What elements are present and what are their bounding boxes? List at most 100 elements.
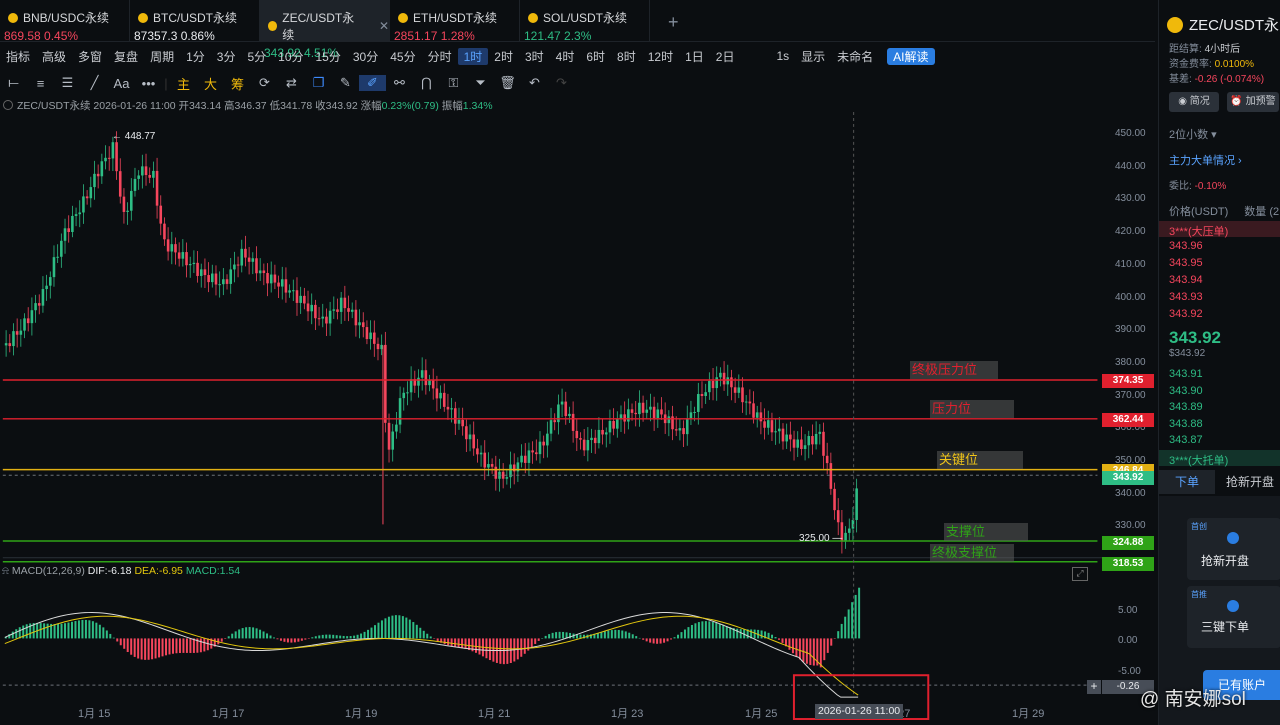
toolbar-item[interactable]: 复盘 <box>108 48 144 65</box>
trend-line-icon[interactable]: ╱ <box>81 75 108 91</box>
lock-icon[interactable]: ⚿ <box>440 75 467 91</box>
macd-bar <box>415 624 418 639</box>
parallel-lines-icon[interactable]: ≡ <box>27 76 54 91</box>
tab-bnb[interactable]: BNB/USDC永续 869.58 0.45% <box>0 0 130 43</box>
bid-row[interactable]: 343.91 <box>1169 368 1203 380</box>
candle-body <box>656 409 660 418</box>
toolbar-item[interactable]: 显示 <box>795 48 831 65</box>
toolbar-item[interactable]: 3时 <box>519 48 550 65</box>
bid-row[interactable]: 343.89 <box>1169 401 1203 413</box>
collapse-icon[interactable] <box>3 100 13 110</box>
compare-icon[interactable]: ⇄ <box>278 75 305 91</box>
tab-zec[interactable]: ZEC/USDT永续 ✕ 343.92 4.51% <box>260 0 390 60</box>
tab-sol[interactable]: SOL/USDT永续 121.47 2.3% <box>520 0 650 43</box>
macd-bar <box>178 638 181 653</box>
redo-icon[interactable]: ↷ <box>548 75 575 91</box>
toolbar-item[interactable]: 未命名 <box>831 48 879 65</box>
pencil-icon[interactable]: ✎ <box>332 75 359 91</box>
filter-icon[interactable]: ⏷ <box>467 75 494 91</box>
binoculars-icon[interactable]: ⚯ <box>386 75 413 91</box>
macd-bar <box>694 623 697 639</box>
tab-btc[interactable]: BTC/USDT永续 87357.3 0.86% <box>130 0 260 43</box>
close-icon[interactable]: ✕ <box>379 19 389 33</box>
toolbar-item[interactable]: 2日 <box>710 48 741 65</box>
candle-body <box>590 437 593 441</box>
candle-body <box>652 406 656 418</box>
more-icon[interactable]: ••• <box>135 76 162 91</box>
chips-button[interactable]: 筹 <box>224 74 251 93</box>
candle-body <box>571 413 575 431</box>
macd-bar <box>475 638 477 653</box>
macd-bar <box>558 631 561 639</box>
toolbar-item[interactable]: 1分 <box>180 48 211 65</box>
toolbar-item[interactable]: 1日 <box>679 48 710 65</box>
expand-icon[interactable]: ⤢ <box>1072 567 1088 581</box>
big-order-button[interactable]: 大 <box>197 74 224 93</box>
price-tick: 450.00 <box>1115 128 1146 139</box>
horizontal-line-icon[interactable]: ⟝ <box>0 75 27 91</box>
bell-icon[interactable]: ⍾ <box>2 565 9 577</box>
macd-bar <box>614 629 617 639</box>
toolbar-item[interactable]: 4时 <box>550 48 581 65</box>
toolbar-item[interactable]: 15分 <box>310 48 347 65</box>
toolbar-item[interactable]: 1时 <box>457 47 489 65</box>
add-indicator-button[interactable]: + <box>1087 680 1101 694</box>
quick-open-card[interactable]: 首创 抢新开盘 <box>1187 518 1280 580</box>
ask-row[interactable]: 343.93 <box>1169 291 1203 303</box>
ask-row[interactable]: 343.95 <box>1169 257 1203 269</box>
candle-body <box>634 412 638 415</box>
toolbar-item[interactable]: 8时 <box>611 48 642 65</box>
macd-bar <box>185 638 188 653</box>
three-key-order-card[interactable]: 首推 三键下单 <box>1187 586 1280 648</box>
toolbar-item[interactable]: 高级 <box>36 48 72 65</box>
toolbar-item[interactable]: 2时 <box>488 48 519 65</box>
ask-row[interactable]: 343.92 <box>1169 308 1203 320</box>
toolbar-item[interactable]: 3分 <box>211 48 242 65</box>
candle-body <box>266 273 269 284</box>
macd-bar <box>663 638 666 643</box>
trash-icon[interactable]: 🗑 <box>494 75 521 91</box>
tab-order[interactable]: 下单 <box>1159 470 1215 494</box>
toolbar-item[interactable]: 分时 <box>422 48 458 65</box>
magnet-icon[interactable]: ⋂ <box>413 75 440 91</box>
channel-icon[interactable]: ☰ <box>54 75 81 91</box>
macd-bar <box>422 630 425 639</box>
alert-button[interactable]: ⏰ 加预警 <box>1227 92 1279 112</box>
big-orders-link[interactable]: 主力大单情况 › <box>1169 152 1242 168</box>
toolbar-item[interactable]: 指标 <box>0 48 36 65</box>
undo-icon[interactable]: ↶ <box>521 75 548 91</box>
ask-row[interactable]: 343.96 <box>1169 240 1203 252</box>
macd-bar <box>158 638 161 658</box>
copy-icon[interactable]: ❐ <box>305 75 332 91</box>
macd-bar <box>854 594 857 639</box>
summary-button[interactable]: ◉ 简况 <box>1169 92 1219 112</box>
macd-bar <box>398 615 401 639</box>
bid-row[interactable]: 343.87 <box>1169 434 1203 446</box>
tab-eth[interactable]: ETH/USDT永续 2851.17 1.28% <box>390 0 520 43</box>
macd-bar <box>725 626 728 639</box>
tab-quick-open[interactable]: 抢新开盘 <box>1219 470 1280 494</box>
bid-row[interactable]: 343.88 <box>1169 418 1203 430</box>
text-tool[interactable]: Aa <box>108 76 135 91</box>
replay-icon[interactable]: ⟳ <box>251 75 278 91</box>
toolbar-item[interactable]: 5分 <box>241 48 272 65</box>
toolbar-item[interactable]: 周期 <box>144 48 180 65</box>
candle-body <box>472 434 476 449</box>
toolbar-item[interactable]: 6时 <box>580 48 611 65</box>
toolbar-item[interactable]: 45分 <box>384 48 421 65</box>
toolbar-item[interactable]: AI解读 <box>887 47 935 65</box>
toolbar-item[interactable]: 30分 <box>347 48 384 65</box>
ask-row[interactable]: 343.94 <box>1169 274 1203 286</box>
brush-icon[interactable]: ✐ <box>359 75 386 91</box>
main-indicator-button[interactable]: 主 <box>170 74 197 93</box>
add-tab-button[interactable]: + <box>668 12 679 33</box>
macd-bar <box>238 629 241 639</box>
candle-body <box>442 392 446 407</box>
toolbar-item[interactable]: 多窗 <box>72 48 108 65</box>
funding-label: 资金费率: <box>1169 59 1212 70</box>
toolbar-item[interactable]: 1s <box>770 49 795 63</box>
decimals-select[interactable]: 2位小数 ▾ <box>1169 126 1217 142</box>
toolbar-item[interactable]: 10分 <box>272 48 309 65</box>
toolbar-item[interactable]: 12时 <box>642 48 679 65</box>
bid-row[interactable]: 343.90 <box>1169 385 1203 397</box>
